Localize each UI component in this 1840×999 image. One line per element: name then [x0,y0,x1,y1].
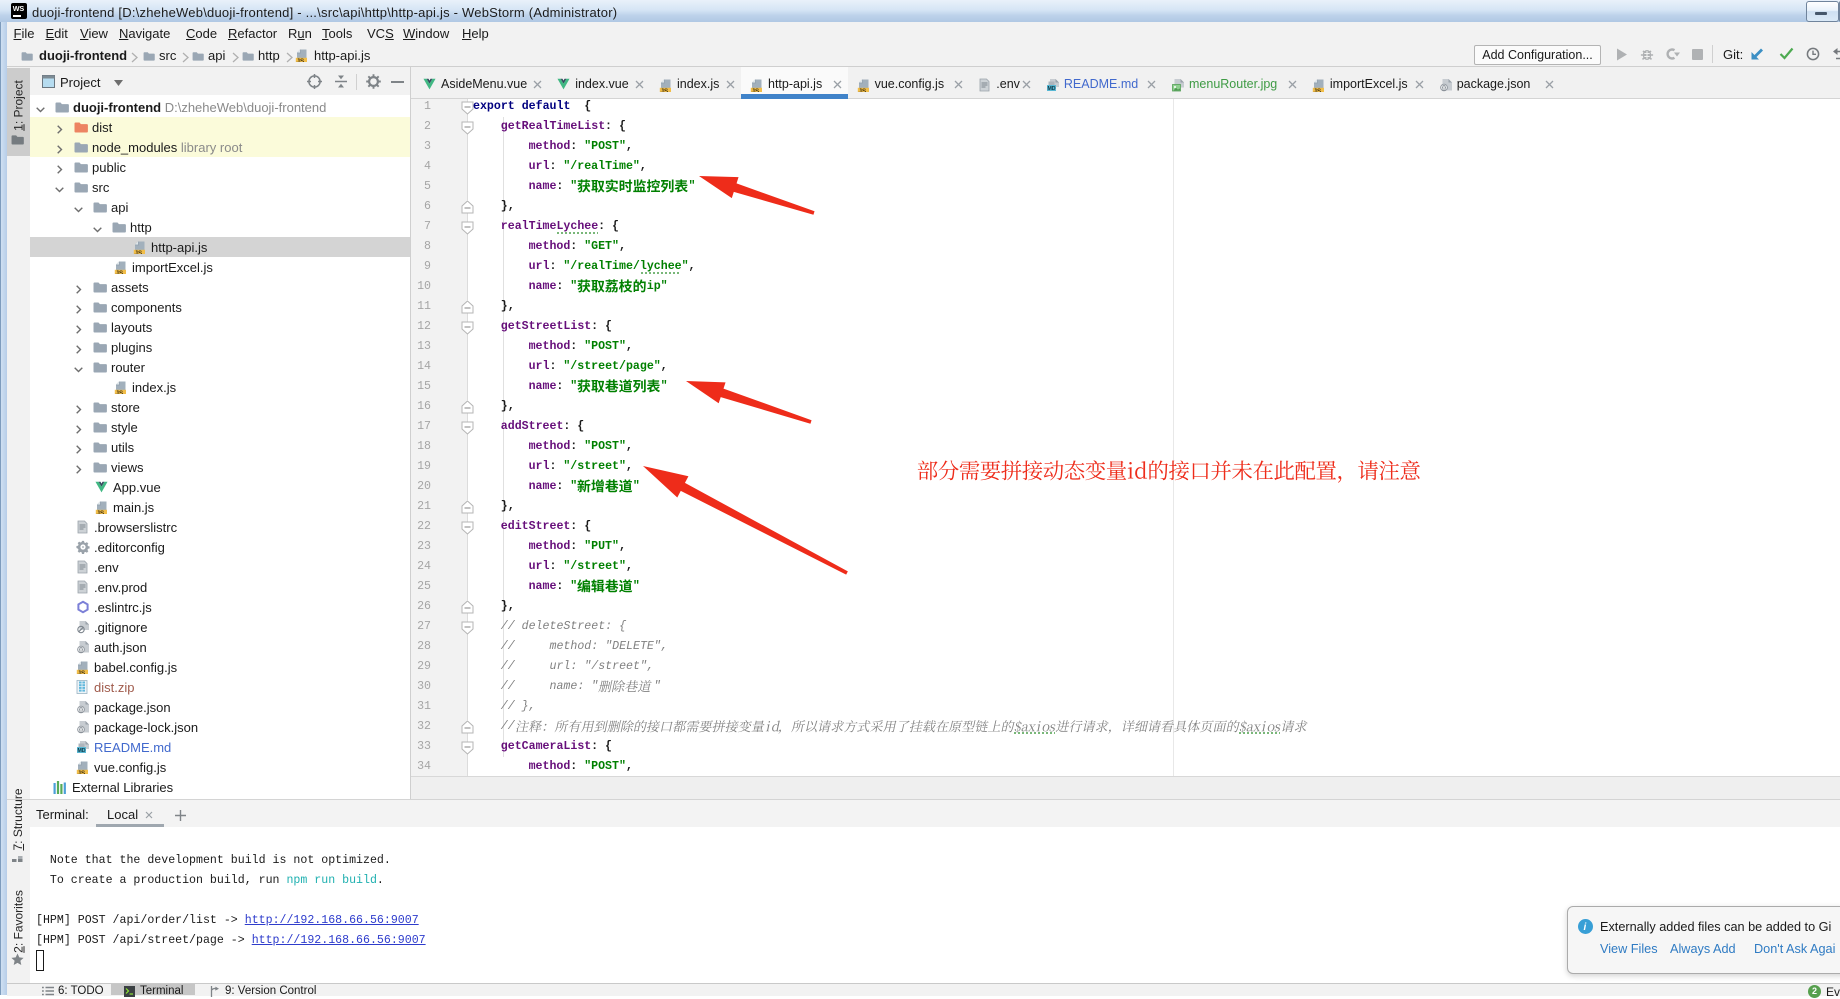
svg-text:{}: {} [79,728,83,734]
svg-text:JS: JS [297,58,305,62]
svg-text:JS: JS [752,87,760,91]
svg-text:MD: MD [77,748,85,754]
svg-text:{}: {} [79,708,83,714]
svg-text:JS: JS [1313,87,1321,91]
svg-text:JS: JS [97,510,105,514]
svg-text:{}: {} [1442,85,1446,91]
svg-text:{}: {} [79,648,83,654]
svg-text:JS: JS [661,87,669,91]
svg-text:JS: JS [116,270,124,274]
svg-text:JS: JS [78,770,86,774]
svg-text:JS: JS [858,87,866,91]
svg-text:JS: JS [116,390,124,394]
svg-text:JS: JS [78,670,86,674]
svg-text:JS: JS [135,250,143,254]
svg-text:MD: MD [1047,86,1055,92]
